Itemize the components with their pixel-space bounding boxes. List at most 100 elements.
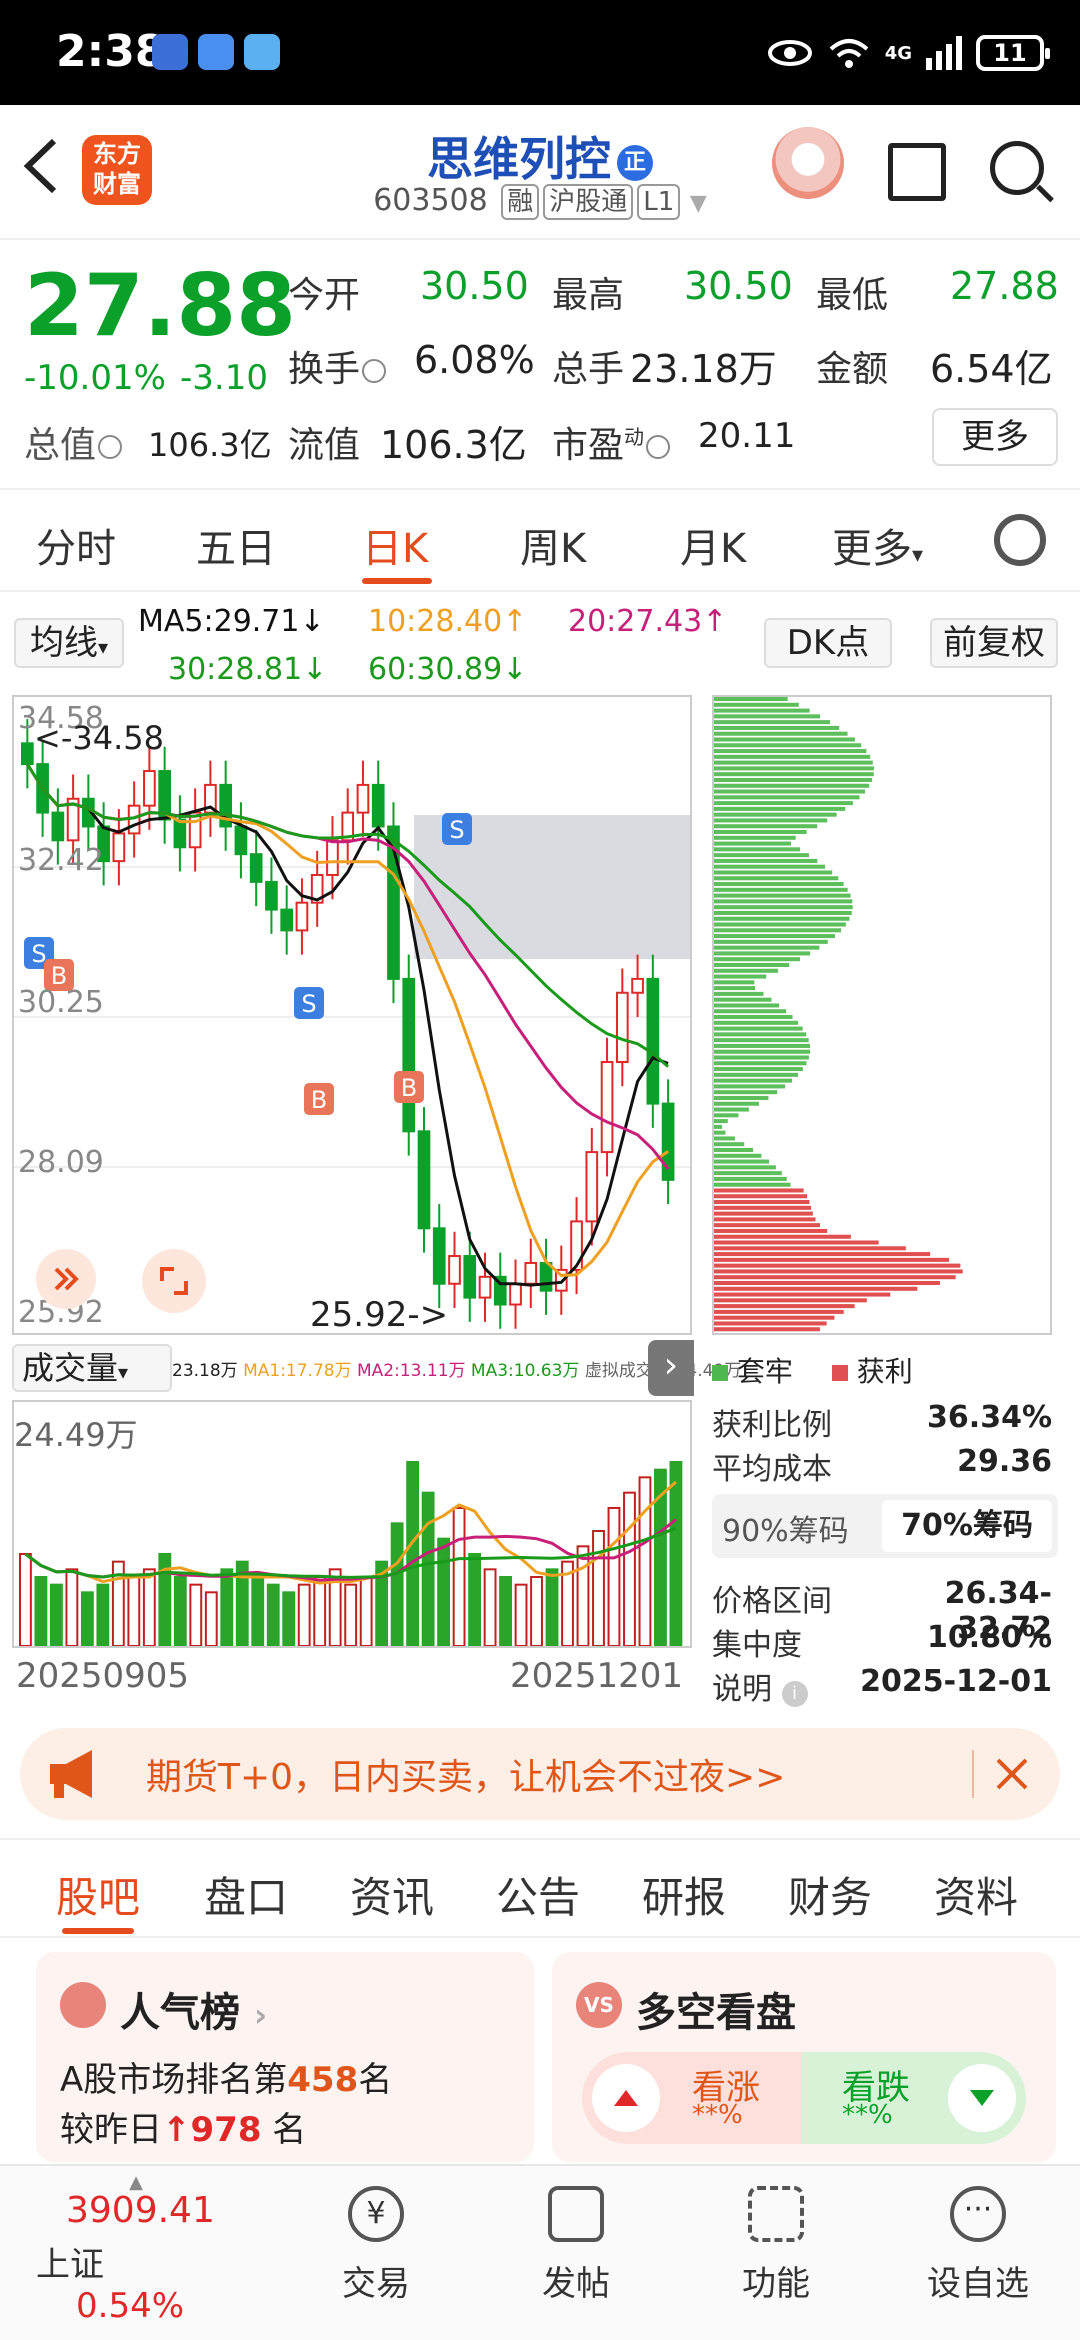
concentration-value: 10.80%	[927, 1620, 1052, 1655]
gear-icon[interactable]	[994, 514, 1046, 566]
chip-bar	[714, 783, 870, 788]
tab-intraday[interactable]: 分时	[36, 516, 116, 574]
tab-finance[interactable]: 财务	[788, 1864, 872, 1925]
chip-bar	[714, 801, 853, 806]
adjust-button[interactable]: 前复权	[930, 618, 1058, 668]
candlestick-chart[interactable]: SBSBBS 34.58 32.42 30.25 28.09 25.92 <-3…	[12, 695, 692, 1335]
tab-announcements[interactable]: 公告	[496, 1864, 580, 1925]
volume-bar	[204, 1591, 218, 1647]
info-icon	[362, 359, 387, 383]
candle-body	[509, 1282, 522, 1306]
dk-point-button[interactable]: DK点	[764, 618, 892, 668]
index-widget[interactable]: ▲ 3909.41 上证 0.54%	[36, 2174, 236, 2327]
chip-bar	[714, 951, 811, 956]
expand-panel-button[interactable]: ›	[648, 1340, 694, 1396]
pe-label[interactable]: 市盈动	[552, 416, 671, 468]
legend-vol: 23.18万	[172, 1361, 238, 1381]
volume-bar	[452, 1507, 466, 1647]
tab-chip-90[interactable]: 90%筹码	[722, 1506, 849, 1550]
bull-bear-card[interactable]: VS 多空看盘 看涨 **% 看跌 **%	[552, 1952, 1056, 2162]
search-icon[interactable]	[990, 141, 1044, 195]
bull-value: **%	[692, 2100, 743, 2130]
tab-chip-70[interactable]: 70%筹码	[882, 1500, 1052, 1552]
share-icon[interactable]	[888, 143, 946, 201]
bear-button[interactable]: 看跌 **%	[802, 2052, 1026, 2144]
chip-bar	[714, 1038, 809, 1043]
ma-selector-label: 均线	[29, 623, 98, 663]
tab-forum[interactable]: 股吧	[56, 1864, 140, 1925]
tab-five-day[interactable]: 五日	[196, 516, 276, 574]
assistant-robot-icon[interactable]	[772, 127, 844, 199]
vs-title: 多空看盘	[636, 1990, 796, 2036]
tab-orderbook[interactable]: 盘口	[204, 1864, 288, 1925]
volume-max-label: 24.49万	[14, 1416, 138, 1454]
triangle-down-icon	[970, 2090, 994, 2106]
tab-more[interactable]: 更多▾	[832, 516, 923, 574]
chip-bar	[714, 1026, 803, 1031]
tab-research[interactable]: 研报	[642, 1864, 726, 1925]
volume-bar	[282, 1591, 296, 1647]
volume-bar	[142, 1568, 156, 1647]
low-value: 27.88	[950, 264, 1059, 308]
chip-date-value: 2025-12-01	[860, 1664, 1052, 1699]
turnover-label[interactable]: 换手	[288, 340, 387, 392]
nav-post[interactable]: 发帖	[506, 2186, 646, 2305]
more-button[interactable]: 更多	[932, 408, 1058, 466]
tab-monthly-k[interactable]: 月K	[680, 516, 746, 574]
nav-trade[interactable]: ¥ 交易	[306, 2186, 446, 2305]
promo-banner[interactable]: 期货T+0，日内买卖，让机会不过夜>>	[20, 1728, 1060, 1820]
chip-bar	[714, 1084, 786, 1089]
avg-cost-value: 29.36	[957, 1444, 1052, 1479]
info-icon	[646, 435, 671, 459]
caret-down-icon: ▾	[97, 635, 109, 659]
chip-distribution-chart[interactable]	[712, 695, 1052, 1335]
rank-title: 人气榜 ›	[120, 1980, 267, 2038]
volume-bar	[251, 1576, 265, 1647]
close-icon[interactable]	[992, 1754, 1032, 1794]
expand-button[interactable]	[142, 1249, 206, 1313]
buy-signal-badge[interactable]: B	[304, 1083, 334, 1115]
chip-bar	[714, 1176, 787, 1181]
pe-value: 20.11	[698, 416, 796, 456]
chip-bar	[714, 928, 842, 933]
popularity-card[interactable]: 人气榜 › A股市场排名第458名 较昨日↑978 名	[36, 1952, 534, 2162]
tab-daily-k[interactable]: 日K	[362, 516, 428, 574]
nav-functions[interactable]: 功能	[706, 2186, 846, 2305]
volume-bar	[406, 1461, 420, 1647]
chip-bar	[714, 1188, 804, 1193]
ma5-value: MA5:29.71↓	[138, 604, 325, 639]
nav-add-watchlist[interactable]: ··· 设自选	[908, 2186, 1048, 2305]
tab-news[interactable]: 资讯	[350, 1864, 434, 1925]
bottom-bar: ▲ 3909.41 上证 0.54% ¥ 交易 发帖 功能 ··· 设自选	[0, 2164, 1080, 2340]
volume-chart[interactable]: 24.49万	[12, 1400, 692, 1648]
network-type: 4G	[884, 42, 912, 64]
fold-button[interactable]	[36, 1249, 96, 1309]
chip-bar	[714, 1061, 807, 1066]
chip-bar	[714, 1009, 787, 1014]
chip-bar	[714, 1182, 791, 1187]
volume-bar	[19, 1553, 32, 1647]
tab-weekly-k[interactable]: 周K	[520, 516, 586, 574]
stock-header: 东方财富 思维列控正 603508 融沪股通 L1 ▼	[0, 105, 1080, 240]
double-chevron-icon	[54, 1267, 79, 1291]
candlestick-svg: SBSB BS	[14, 719, 690, 1329]
bull-button[interactable]: 看涨 **%	[582, 2052, 802, 2144]
buy-signal-badge[interactable]: B	[394, 1071, 424, 1103]
shield-notification-icon	[198, 34, 234, 70]
indicator-selector[interactable]: 成交量▾	[12, 1344, 172, 1392]
sell-signal-badge[interactable]: S	[294, 987, 324, 1019]
ma-selector[interactable]: 均线▾	[14, 618, 124, 668]
chip-bar	[714, 749, 867, 754]
sell-signal-badge[interactable]: S	[442, 813, 472, 845]
mktcap-label[interactable]: 总值	[24, 416, 123, 468]
chip-bar	[714, 1153, 762, 1158]
turnover-label-text: 换手	[288, 349, 361, 390]
tab-profile[interactable]: 资料	[934, 1864, 1018, 1925]
min-price-text: 25.92	[310, 1295, 408, 1335]
tab-more-label: 更多	[832, 526, 912, 572]
y-label-2: 32.42	[18, 843, 104, 878]
chip-bar	[714, 945, 820, 950]
legend-ma1: MA1:17.78万	[243, 1361, 352, 1381]
note-label[interactable]: 说明 i	[712, 1664, 808, 1708]
chip-bar	[714, 1315, 835, 1320]
